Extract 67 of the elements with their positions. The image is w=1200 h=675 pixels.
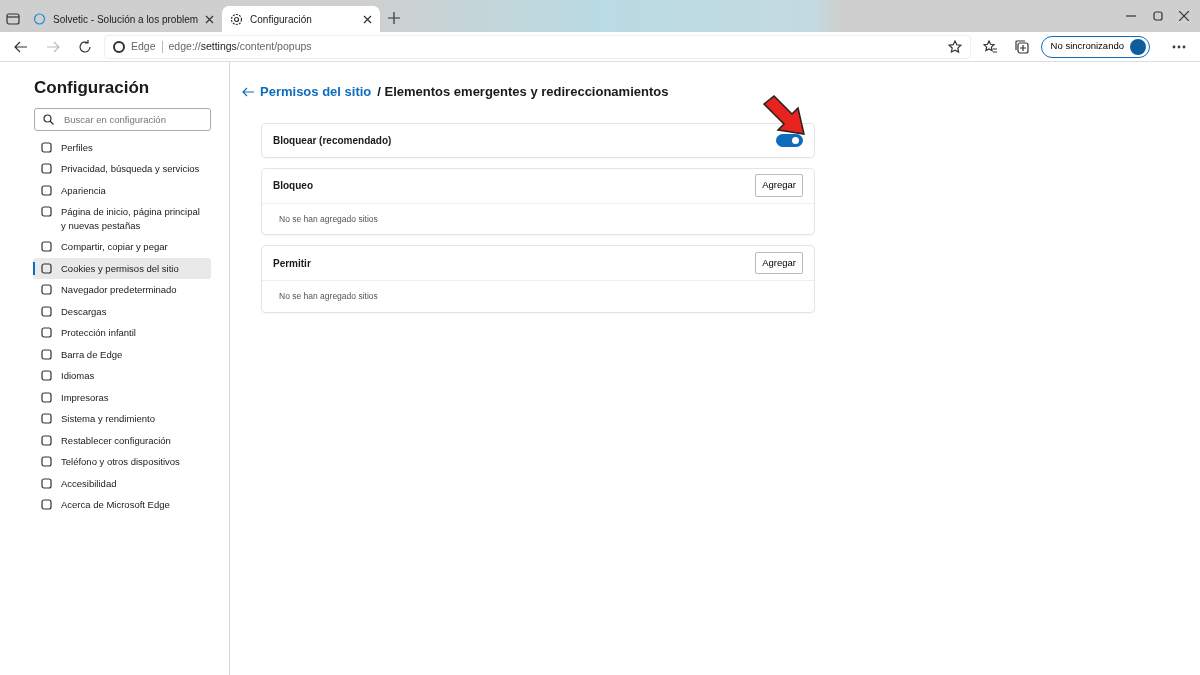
sidebar-item[interactable]: Protección infantil	[33, 322, 211, 344]
close-icon[interactable]	[363, 14, 373, 24]
search-field[interactable]: Buscar en configuración	[34, 108, 211, 132]
tab-title: Configuración	[250, 12, 313, 27]
page-title: / Elementos emergentes y redireccionamientos	[377, 83, 669, 101]
sidebar-item[interactable]: Accesibilidad	[33, 472, 211, 495]
settings-category-icon	[41, 348, 52, 360]
profile-button[interactable]: No sincronizando	[1040, 35, 1150, 58]
settings-category-icon	[41, 241, 52, 253]
toggle-switch[interactable]	[776, 133, 803, 147]
settings-icon	[230, 12, 244, 26]
sidebar-item[interactable]: Apariencia	[33, 179, 211, 202]
sidebar-item[interactable]: Barra de Edge	[33, 343, 211, 366]
settings-category-icon	[41, 305, 52, 317]
breadcrumb-link[interactable]: Permisos del sitio	[260, 82, 372, 102]
sidebar-item[interactable]: Página de inicio, página principal y nuevas pestañas	[33, 201, 211, 237]
sidebar-item[interactable]: Cookies y permisos del sitio	[33, 257, 211, 280]
refresh-icon[interactable]	[78, 39, 92, 54]
settings-category-icon	[41, 434, 52, 446]
settings-category-icon	[41, 499, 52, 511]
settings-category-icon	[41, 327, 52, 339]
address-text[interactable]: edge://settings/content/popups	[168, 38, 312, 55]
empty-message: No se han agregado sitios	[262, 280, 814, 312]
section-title: Bloqueo	[273, 179, 313, 193]
maximize-icon[interactable]	[1152, 11, 1163, 21]
settings-category-icon	[41, 184, 52, 196]
add-button[interactable]: Agregar	[755, 252, 803, 275]
browser-tab[interactable]: Solvetic - Solución a los problem	[25, 6, 223, 32]
tab-title: Solvetic - Solución a los problem	[53, 12, 199, 27]
empty-message: No se han agregado sitios	[262, 202, 814, 235]
collections-icon[interactable]	[1014, 39, 1029, 54]
sidebar-item[interactable]: Impresoras	[33, 386, 211, 409]
settings-title: Configuración	[34, 78, 151, 99]
sidebar-item[interactable]: Perfiles	[33, 136, 211, 159]
settings-category-icon	[41, 477, 52, 489]
add-button[interactable]: Agregar	[755, 174, 803, 197]
settings-category-icon	[41, 284, 52, 296]
favorites-icon[interactable]	[982, 39, 997, 54]
star-add-icon[interactable]	[947, 39, 962, 54]
avatar-icon	[1130, 38, 1146, 55]
sidebar-item[interactable]: Navegador predeterminado	[33, 279, 211, 301]
new-tab-icon[interactable]	[388, 12, 401, 24]
sidebar-item[interactable]: Restablecer configuración	[33, 429, 211, 452]
settings-category-icon	[41, 262, 52, 274]
sidebar-item[interactable]: Descargas	[33, 300, 211, 323]
sidebar-item[interactable]: Teléfono y otros dispositivos	[33, 451, 211, 473]
brand-label: Edge	[131, 38, 156, 54]
back-arrow-icon[interactable]	[14, 39, 28, 54]
sidebar-item[interactable]: Sistema y rendimiento	[33, 408, 211, 430]
setting-label: Bloquear (recomendado)	[273, 133, 392, 148]
close-icon[interactable]	[205, 14, 215, 24]
settings-category-icon	[41, 370, 52, 382]
sidebar-item[interactable]: Privacidad, búsqueda y servicios	[33, 158, 211, 180]
settings-category-icon	[41, 163, 52, 175]
sidebar-item[interactable]: Compartir, copiar y pegar	[33, 236, 211, 258]
settings-category-icon	[41, 141, 52, 153]
settings-category-icon	[41, 391, 52, 403]
tab-actions-icon[interactable]	[5, 13, 20, 25]
sidebar-item[interactable]: Idiomas	[33, 365, 211, 387]
sidebar-item[interactable]: Acerca de Microsoft Edge	[33, 494, 211, 516]
section-title: Permitir	[273, 256, 311, 271]
settings-category-icon	[41, 413, 52, 425]
browser-tab[interactable]: Configuración	[222, 6, 381, 32]
settings-category-icon	[41, 206, 52, 218]
close-icon[interactable]	[1179, 11, 1189, 21]
settings-category-icon	[41, 456, 52, 468]
back-arrow-icon[interactable]	[242, 86, 254, 97]
